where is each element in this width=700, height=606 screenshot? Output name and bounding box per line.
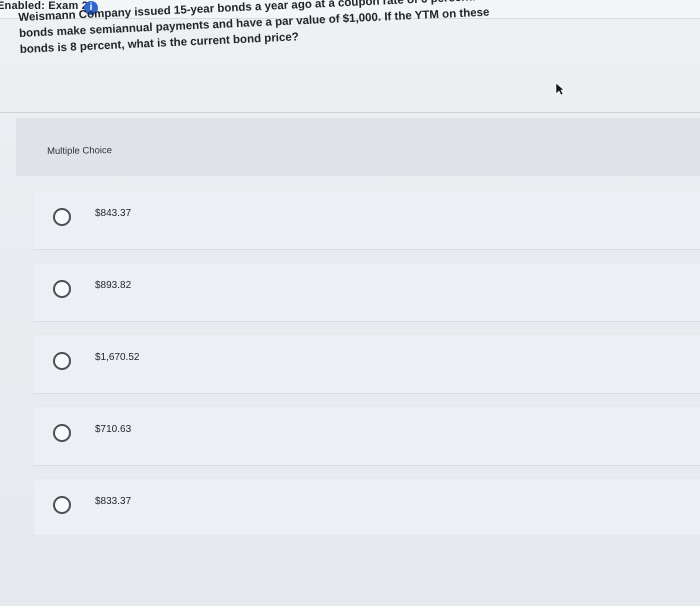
radio-button-icon[interactable]: [53, 208, 71, 226]
answer-option-text: $833.37: [95, 496, 132, 507]
radio-button-icon[interactable]: [53, 424, 71, 442]
radio-button-icon[interactable]: [53, 280, 71, 298]
answer-option-5[interactable]: $833.37: [34, 478, 700, 538]
bottom-panel: [10, 535, 700, 585]
radio-button-icon[interactable]: [53, 496, 71, 514]
section-divider: [0, 112, 700, 113]
answer-option-3[interactable]: $1,670.52: [34, 334, 700, 394]
question-text: Weismann Company issued 15-year bonds a …: [18, 0, 500, 56]
answer-option-text: $710.63: [95, 424, 132, 435]
answer-option-text: $893.82: [95, 280, 132, 291]
multiple-choice-header-band: [16, 118, 700, 176]
answer-option-4[interactable]: $710.63: [34, 406, 700, 466]
mouse-cursor-icon: [555, 82, 565, 96]
answer-option-2[interactable]: $893.82: [34, 262, 700, 322]
exam-page: Enabled: Exam 2 i Weismann Company issue…: [0, 0, 700, 606]
answer-option-1[interactable]: $843.37: [34, 190, 700, 250]
answer-option-text: $843.37: [95, 208, 132, 219]
answer-option-text: $1,670.52: [95, 352, 140, 363]
multiple-choice-label: Multiple Choice: [47, 145, 113, 157]
radio-button-icon[interactable]: [53, 352, 71, 370]
